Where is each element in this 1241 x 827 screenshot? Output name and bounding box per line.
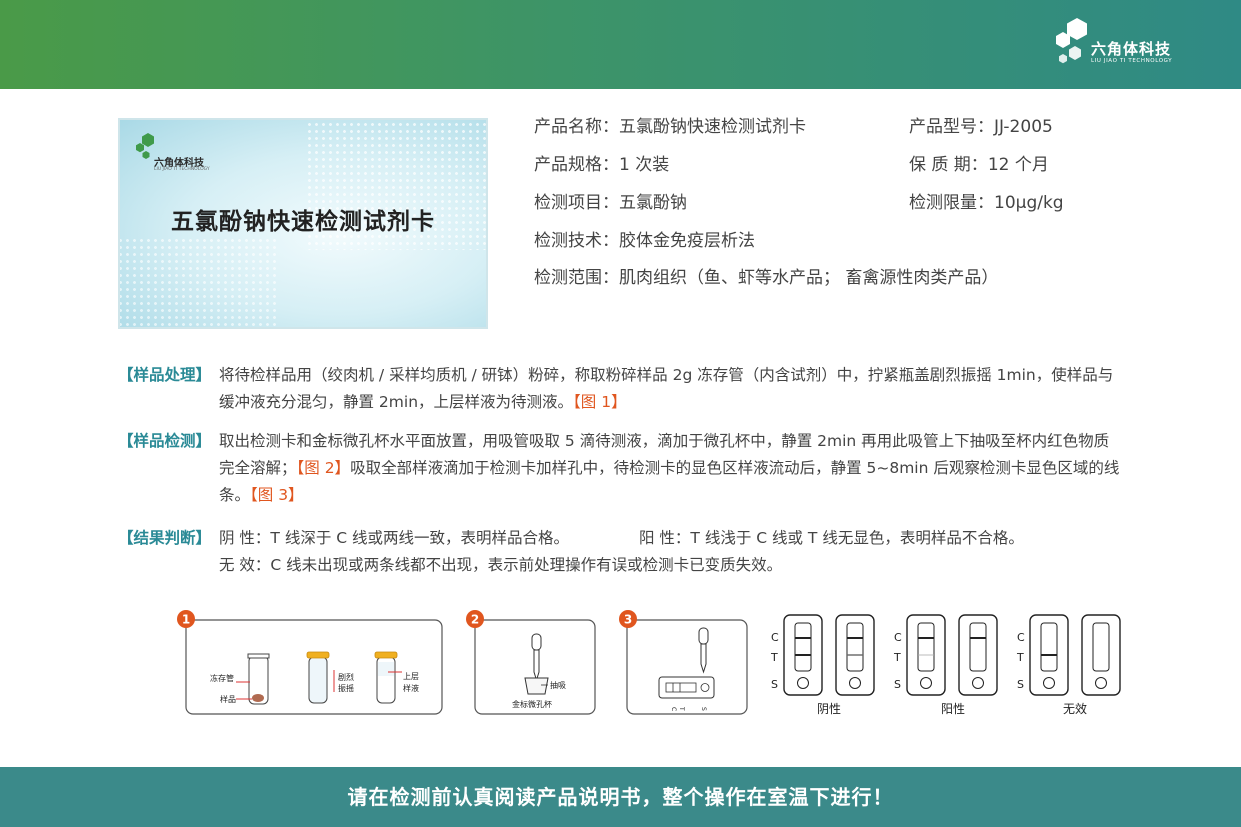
inv-t-label: T [1016, 651, 1024, 664]
result-positive: 阳 性：T 线浅于 C 线或 T 线无显色，表明样品不合格。 [639, 529, 1024, 547]
card-t-label: T [678, 706, 685, 711]
section-body: 将待检样品用（绞肉机 / 采样均质机 / 研钵）粉碎，称取粉碎样品 2g 冻存管… [219, 362, 1124, 416]
pos-t-label: T [893, 651, 901, 664]
spec-shelf-life: 保 质 期：12 个月 [909, 148, 1049, 182]
spec-package: 产品规格：1 次装 [534, 148, 669, 182]
spec-value: 1 次装 [619, 155, 670, 175]
figure-ref: 【图 1】 [573, 393, 627, 411]
gold-cup [524, 677, 549, 695]
spec-label: 保 质 期： [909, 155, 988, 175]
card-s-label: S [700, 707, 707, 711]
result-invalid-cards: C T S 无效 [1016, 614, 1121, 716]
section-label: 【结果判断】 [118, 529, 212, 547]
card-dot-pattern-bottom [120, 237, 280, 327]
spec-name: 产品名称：五氯酚钠快速检测试剂卡 [534, 110, 806, 144]
figure-ref: 【图 2】 [296, 459, 351, 477]
invalid-caption: 无效 [1063, 701, 1087, 716]
result-positive-cards: C T S 阳性 [893, 614, 998, 716]
section-body: 取出检测卡和金标微孔杯水平面放置，用吸管吸取 5 滴待测液，滴加于微孔杯中，静置… [219, 428, 1124, 509]
neg-t-label: T [770, 651, 778, 664]
product-card-image: 六角体科技 LIU JIAO TI TECHNOLOGY 五氯酚钠快速检测试剂卡 [118, 118, 488, 329]
step-3-number: 3 [624, 613, 632, 627]
brand-name: 六角体科技 [1091, 40, 1172, 58]
positive-caption: 阳性 [941, 702, 965, 716]
spec-label: 产品规格： [534, 155, 619, 175]
spec-method: 检测技术：胶体金免疫层析法 [534, 224, 755, 258]
sample-label: 样品 [220, 694, 236, 704]
dropper-tube-2 [700, 643, 707, 674]
figure-ref: 【图 3】 [250, 486, 304, 504]
card-brand-logo: 六角体科技 LIU JIAO TI TECHNOLOGY [134, 132, 224, 172]
section-label: 【样品处理】 [118, 366, 212, 384]
inv-s-label: S [1017, 678, 1024, 691]
result-negative: 阴 性：T 线深于 C 线或两线一致，表明样品合格。 [219, 529, 570, 547]
sample-pieces [252, 694, 264, 702]
card-c-label: C [670, 707, 677, 711]
figure-1: 1 冻存管 样品 剧烈 振摇 上层 样液 [177, 610, 443, 715]
step-2-number: 2 [471, 613, 479, 627]
header-banner: 六角体科技 LIU JIAO TI TECHNOLOGY [0, 0, 1241, 89]
spec-value: 胶体金免疫层析法 [619, 231, 755, 251]
shake-label-2: 振摇 [338, 683, 354, 693]
spec-value: 12 个月 [987, 155, 1049, 175]
figure-3: 3 C T S [619, 610, 748, 715]
spec-label: 检测技术： [534, 231, 619, 251]
spec-label: 产品名称： [534, 117, 619, 137]
spec-scope: 检测范围：肌肉组织（鱼、虾等水产品； 畜禽源性肉类产品） [534, 261, 998, 295]
spec-item: 检测项目：五氯酚钠 [534, 186, 687, 220]
spec-label: 产品型号： [909, 117, 994, 137]
spec-value: 五氯酚钠 [619, 193, 687, 213]
section-label: 【样品检测】 [118, 432, 212, 450]
tube-label: 冻存管 [210, 673, 234, 683]
footer-banner: 请在检测前认真阅读产品说明书，整个操作在室温下进行！ [0, 767, 1241, 827]
spec-value: 10μg/kg [994, 193, 1064, 213]
brand-tagline: LIU JIAO TI TECHNOLOGY [1091, 58, 1173, 64]
figure-2: 2 抽吸 金标微孔杯 [466, 610, 596, 715]
hexagon-logo-icon [1056, 18, 1087, 64]
spec-label: 检测项目： [534, 193, 619, 213]
spec-label: 检测限量： [909, 193, 994, 213]
neg-c-label: C [771, 631, 779, 644]
dropper-bulb [531, 633, 542, 651]
suction-label: 抽吸 [550, 680, 566, 690]
dropper-bulb-2 [698, 627, 709, 645]
card-brand-tagline: LIU JIAO TI TECHNOLOGY [154, 167, 210, 172]
step-1-number: 1 [182, 613, 190, 627]
result-line-1: 阴 性：T 线深于 C 线或两线一致，表明样品合格。 阳 性：T 线浅于 C 线或… [219, 525, 1124, 552]
section-text: 将待检样品用（绞肉机 / 采样均质机 / 研钵）粉碎，称取粉碎样品 2g 冻存管… [219, 366, 1114, 411]
layer-label-2: 样液 [403, 683, 419, 693]
result-invalid: 无 效：C 线未出现或两条线都不出现，表示前处理操作有误或检测卡已变质失效。 [219, 556, 783, 574]
pos-s-label: S [894, 678, 901, 691]
brand-logo: 六角体科技 LIU JIAO TI TECHNOLOGY [1056, 16, 1179, 78]
procedure-diagram: 1 冻存管 样品 剧烈 振摇 上层 样液 2 抽吸 金标微孔杯 3 C T S … [177, 610, 1121, 716]
dropper-tube [533, 649, 540, 682]
card-product-title: 五氯酚钠快速检测试剂卡 [171, 209, 435, 235]
negative-caption: 阴性 [817, 702, 841, 716]
spec-value: 肌肉组织（鱼、虾等水产品； 畜禽源性肉类产品） [619, 268, 999, 288]
cup-label: 金标微孔杯 [512, 699, 552, 709]
spec-limit: 检测限量：10μg/kg [909, 186, 1064, 220]
section-body: 阴 性：T 线深于 C 线或两线一致，表明样品合格。 阳 性：T 线浅于 C 线或… [219, 525, 1124, 579]
result-negative-cards: C T S 阴性 [770, 614, 875, 716]
shake-label: 剧烈 [338, 673, 354, 682]
spec-label: 检测范围： [534, 268, 619, 288]
layer-label: 上层 [403, 672, 419, 681]
inv-c-label: C [1017, 631, 1025, 644]
pos-c-label: C [894, 631, 902, 644]
spec-value: 五氯酚钠快速检测试剂卡 [619, 117, 806, 137]
spec-model: 产品型号：JJ-2005 [909, 110, 1053, 144]
neg-s-label: S [771, 678, 778, 691]
spec-value: JJ-2005 [994, 117, 1053, 137]
section-text: 吸取全部样液滴加于检测卡加样孔中，待检测卡的显色区样液流动后，静置 5~8min… [219, 459, 1120, 504]
